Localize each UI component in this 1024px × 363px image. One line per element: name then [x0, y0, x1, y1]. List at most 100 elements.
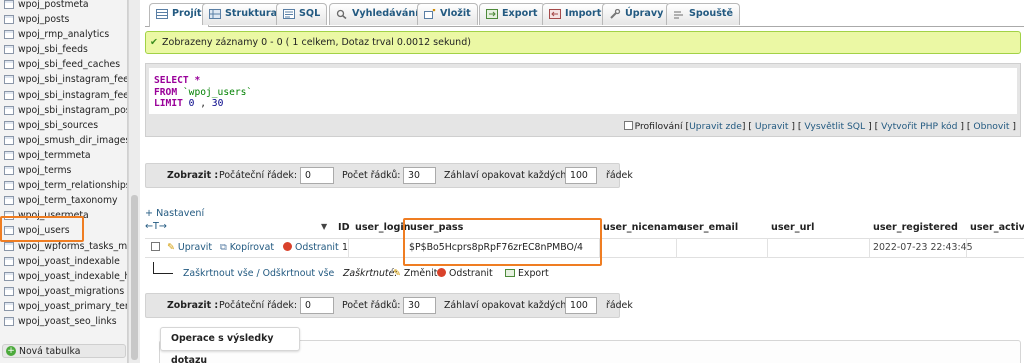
tab-operations[interactable]: Úpravy: [602, 3, 671, 25]
success-message: ✔ Zobrazeny záznamy 0 - 0 ( 1 celkem, Do…: [145, 31, 1021, 54]
table-icon: [4, 135, 14, 145]
row-count-input[interactable]: 30: [403, 167, 436, 184]
plus-icon: +: [6, 346, 16, 356]
import-icon: [549, 9, 561, 19]
sidebar-table-item[interactable]: wpoj_sbi_feeds: [0, 42, 127, 57]
table-icon: [4, 301, 14, 311]
profiling-checkbox[interactable]: [623, 121, 633, 130]
tab-export[interactable]: Export: [479, 3, 545, 25]
edit-link[interactable]: Upravit: [755, 121, 789, 132]
table-icon: [4, 256, 14, 266]
repeat-header-input[interactable]: 100: [565, 167, 597, 184]
scrollbar-thumb[interactable]: [131, 195, 138, 360]
settings-link[interactable]: + Nastavení: [145, 208, 204, 219]
tab-sql[interactable]: SQL: [276, 3, 328, 25]
table-icon: [4, 150, 14, 160]
row-checkbox[interactable]: [151, 242, 160, 251]
sidebar-table-label: wpoj_postmeta: [18, 0, 89, 10]
sidebar-table-label: wpoj_terms: [18, 165, 72, 177]
sidebar-table-item[interactable]: wpoj_yoast_indexable_hie: [0, 269, 127, 284]
tab-insert[interactable]: Vložit: [417, 3, 478, 25]
sidebar-table-item[interactable]: wpoj_smush_dir_images: [0, 133, 127, 148]
column-header-user-url[interactable]: user_url: [771, 219, 814, 237]
refresh-link[interactable]: Obnovit: [973, 121, 1009, 132]
row-copy-label: Kopírovat: [229, 242, 275, 253]
sql-keyword: LIMIT: [154, 98, 183, 109]
tab-sql-label: SQL: [299, 8, 321, 19]
new-table-button[interactable]: + Nová tabulka: [2, 344, 126, 358]
start-row-input[interactable]: 0: [300, 297, 334, 314]
bulk-edit-button[interactable]: ✎ Změnit: [393, 265, 437, 283]
table-icon: [4, 271, 14, 281]
sidebar-table-item[interactable]: wpoj_sbi_instagram_posts: [0, 103, 127, 118]
table-icon: [4, 105, 14, 115]
explain-sql-link[interactable]: Vysvětlit SQL: [804, 121, 865, 132]
row-copy-action[interactable]: ⧉ Kopírovat: [220, 239, 274, 257]
sidebar-table-item[interactable]: wpoj_postmeta: [0, 0, 127, 12]
delete-icon: [437, 268, 446, 277]
sidebar-table-item[interactable]: wpoj_users: [0, 223, 127, 238]
create-php-link[interactable]: Vytvořit PHP kód: [881, 121, 957, 132]
structure-icon: [209, 9, 221, 19]
sidebar-table-item[interactable]: wpoj_terms: [0, 163, 127, 178]
chevron-down-icon[interactable]: ▼: [321, 222, 327, 231]
tab-structure[interactable]: Struktura: [202, 3, 285, 25]
sidebar-table-item[interactable]: wpoj_sbi_instagram_feed_: [0, 88, 127, 103]
navigation-bar-top: Zobrazit : Počáteční řádek: 0 Počet řádk…: [145, 163, 633, 188]
tab-import[interactable]: Import: [542, 3, 609, 25]
start-row-input[interactable]: 0: [300, 167, 334, 184]
table-icon: [4, 226, 14, 236]
tab-search[interactable]: Vyhledávání: [329, 3, 426, 25]
sidebar-table-item[interactable]: wpoj_wpforms_tasks_met: [0, 239, 127, 254]
bulk-export-button[interactable]: Export: [505, 265, 549, 283]
sidebar-table-item[interactable]: wpoj_rmp_analytics: [0, 27, 127, 42]
sidebar-table-item[interactable]: wpoj_posts: [0, 12, 127, 27]
sidebar-table-item[interactable]: wpoj_sbi_feed_caches: [0, 57, 127, 72]
pencil-icon: ✎: [393, 268, 401, 279]
column-header-user-activation[interactable]: user_activat: [970, 219, 1024, 237]
repeat-header-input[interactable]: 100: [565, 297, 597, 314]
sidebar-table-item[interactable]: wpoj_sbi_instagram_feeds: [0, 72, 127, 87]
sidebar-table-label: wpoj_users: [18, 225, 70, 237]
row-count-label: Počet řádků:: [342, 300, 401, 311]
tab-triggers-label: Spouště: [689, 8, 734, 19]
column-header-user-nicename[interactable]: user_nicename: [603, 219, 684, 237]
column-header-user-pass[interactable]: user_pass: [410, 219, 463, 237]
table-icon: [4, 75, 14, 85]
table-icon: [4, 45, 14, 55]
bulk-delete-button[interactable]: Odstranit: [437, 265, 493, 283]
sidebar-table-item[interactable]: wpoj_yoast_primary_term: [0, 299, 127, 314]
column-header-id[interactable]: ID: [338, 219, 350, 237]
sidebar-table-item[interactable]: wpoj_yoast_indexable: [0, 254, 127, 269]
sort-arrows-icon[interactable]: ←T→: [145, 221, 167, 232]
sidebar-table-label: wpoj_sbi_feeds: [18, 44, 88, 56]
edit-inline-link[interactable]: Upravit zde: [689, 121, 742, 132]
sql-query-text[interactable]: SELECT * FROM `wpoj_users` LIMIT 0 , 30: [149, 68, 1017, 114]
row-edit-action[interactable]: ✎ Upravit: [167, 239, 212, 257]
table-icon: [4, 15, 14, 25]
cell-user-registered: 2022-07-23 22:43:45: [873, 242, 973, 253]
check-all-link[interactable]: Zaškrtnout vše / Odškrtnout vše: [183, 265, 334, 283]
tab-browse[interactable]: Projít: [149, 3, 209, 27]
column-header-user-email[interactable]: user_email: [680, 219, 738, 237]
column-header-user-registered[interactable]: user_registered: [873, 219, 958, 237]
sidebar-table-item[interactable]: wpoj_sbi_sources: [0, 118, 127, 133]
rows-label: řádek: [606, 170, 633, 181]
main-content: Projít Struktura SQL Vyhledávání Vložit …: [141, 0, 1024, 363]
repeat-header-label: Záhlaví opakovat každých: [444, 300, 567, 311]
sql-count: 30: [211, 98, 224, 109]
sidebar-scrollbar[interactable]: [128, 0, 140, 363]
sidebar-table-item[interactable]: wpoj_termmeta: [0, 148, 127, 163]
tab-triggers[interactable]: Spouště: [666, 3, 741, 25]
row-count-input[interactable]: 30: [403, 297, 436, 314]
sidebar-table-item[interactable]: wpoj_yoast_migrations: [0, 284, 127, 299]
sidebar-table-item[interactable]: wpoj_yoast_seo_links: [0, 314, 127, 329]
sidebar-table-item[interactable]: wpoj_usermeta: [0, 208, 127, 223]
sidebar-table-item[interactable]: wpoj_term_taxonomy: [0, 193, 127, 208]
sidebar-table-item[interactable]: wpoj_term_relationships: [0, 178, 127, 193]
column-header-user-login[interactable]: user_login: [355, 219, 410, 237]
row-delete-action[interactable]: Odstranit: [283, 239, 339, 257]
tab-export-label: Export: [502, 8, 538, 19]
sidebar-table-label: wpoj_usermeta: [18, 210, 89, 222]
start-row-label: Počáteční řádek:: [219, 300, 297, 311]
